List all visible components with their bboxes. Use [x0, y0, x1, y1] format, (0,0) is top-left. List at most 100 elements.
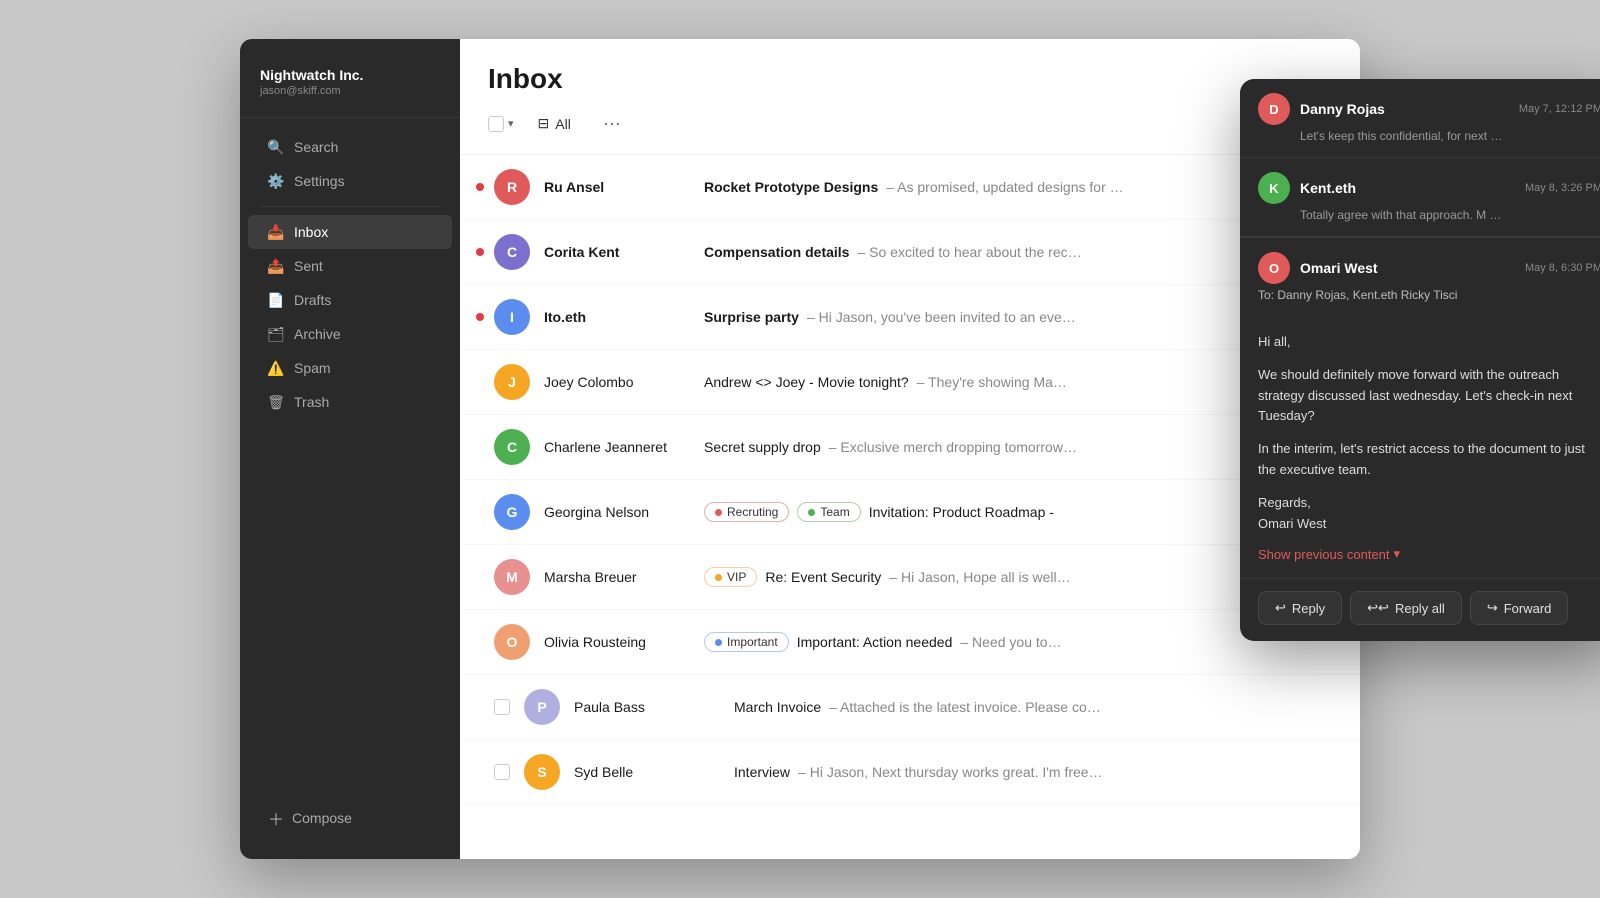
- forward-icon: ↪: [1487, 600, 1498, 616]
- forward-button[interactable]: ↪ Forward: [1470, 591, 1569, 625]
- email-row[interactable]: M Marsha Breuer VIP Re: Event Security –…: [460, 545, 1360, 610]
- sidebar-label-inbox: Inbox: [294, 224, 328, 240]
- email-subject: Rocket Prototype Designs: [704, 179, 878, 195]
- panel-actions: ↩ Reply ↩↩ Reply all ↪ Forward: [1240, 578, 1600, 641]
- email-row[interactable]: I Ito.eth Surprise party – Hi Jason, you…: [460, 285, 1360, 350]
- archive-icon: 🗂: [268, 326, 284, 342]
- sidebar-item-inbox[interactable]: 📥 Inbox: [248, 215, 452, 249]
- compose-button[interactable]: ＋ Compose: [248, 797, 452, 839]
- sent-icon: 📤: [268, 258, 284, 274]
- inbox-toolbar: ▾ ⊟ All ···: [488, 109, 1332, 138]
- avatar: I: [494, 299, 530, 335]
- email-row[interactable]: R Ru Ansel Rocket Prototype Designs – As…: [460, 155, 1360, 220]
- active-thread-header: O Omari West May 8, 6:30 PM: [1258, 252, 1600, 284]
- email-subject: Andrew <> Joey - Movie tonight?: [704, 374, 909, 390]
- thread-header: K Kent.eth May 8, 3:26 PM: [1258, 172, 1600, 204]
- select-all-container: ▾: [488, 116, 514, 132]
- email-subject: Re: Event Security: [765, 569, 881, 585]
- sidebar-item-drafts[interactable]: 📄 Drafts: [248, 283, 452, 317]
- sender-name: Charlene Jeanneret: [544, 439, 704, 455]
- select-all-checkbox[interactable]: [488, 116, 504, 132]
- email-preview: – Hi Jason, you've been invited to an ev…: [807, 309, 1076, 325]
- filter-label: All: [555, 116, 571, 132]
- message-paragraph-1: We should definitely move forward with t…: [1258, 365, 1600, 427]
- thread-item-1[interactable]: D Danny Rojas May 7, 12:12 PM Let's keep…: [1240, 79, 1600, 158]
- to-recipients: Danny Rojas, Kent.eth Ricky Tisci: [1277, 288, 1457, 302]
- sidebar: Nightwatch Inc. jason@skiff.com 🔍 Search…: [240, 39, 460, 859]
- more-options-button[interactable]: ···: [595, 109, 629, 138]
- to-label: To:: [1258, 288, 1274, 302]
- filter-button[interactable]: ⊟ All: [526, 110, 583, 137]
- sidebar-item-trash[interactable]: 🗑 Trash: [248, 385, 452, 419]
- sidebar-label-settings: Settings: [294, 173, 345, 189]
- show-previous-button[interactable]: Show previous content ▾: [1258, 546, 1600, 562]
- email-subject: Interview: [734, 764, 790, 780]
- avatar: G: [494, 494, 530, 530]
- email-list: R Ru Ansel Rocket Prototype Designs – As…: [460, 155, 1360, 859]
- drafts-icon: 📄: [268, 292, 284, 308]
- email-row[interactable]: S Syd Belle Interview – Hi Jason, Next t…: [460, 740, 1360, 805]
- email-row[interactable]: C Charlene Jeanneret Secret supply drop …: [460, 415, 1360, 480]
- thread-item-2[interactable]: K Kent.eth May 8, 3:26 PM Totally agree …: [1240, 158, 1600, 237]
- panel-preview-text: Totally agree with that approach. M …: [1258, 208, 1600, 222]
- panel-body: Hi all, We should definitely move forwar…: [1240, 316, 1600, 578]
- chevron-down-icon: ▾: [1394, 546, 1401, 562]
- reply-icon: ↩: [1275, 600, 1286, 616]
- email-row[interactable]: P Paula Bass March Invoice – Attached is…: [460, 675, 1360, 740]
- reply-all-icon: ↩↩: [1367, 600, 1389, 616]
- avatar: C: [494, 234, 530, 270]
- sidebar-item-search[interactable]: 🔍 Search: [248, 130, 452, 164]
- email-subject: Compensation details: [704, 244, 849, 260]
- sidebar-item-spam[interactable]: ⚠️ Spam: [248, 351, 452, 385]
- email-subject: Secret supply drop: [704, 439, 821, 455]
- reply-all-label: Reply all: [1395, 601, 1445, 616]
- sidebar-item-sent[interactable]: 📤 Sent: [248, 249, 452, 283]
- tag-vip: VIP: [704, 567, 757, 587]
- tag-label: Team: [820, 505, 849, 519]
- email-row[interactable]: G Georgina Nelson Recruting Team Invitat…: [460, 480, 1360, 545]
- active-date: May 8, 6:30 PM: [1525, 262, 1600, 274]
- email-preview: – Attached is the latest invoice. Please…: [829, 699, 1101, 715]
- select-chevron-icon[interactable]: ▾: [508, 117, 514, 130]
- avatar: M: [494, 559, 530, 595]
- active-sender: Omari West: [1300, 260, 1515, 276]
- sender-name: Olivia Rousteing: [544, 634, 704, 650]
- main-content: Inbox ▾ ⊟ All ··· R Ru Ansel Ro: [460, 39, 1360, 859]
- avatar: O: [494, 624, 530, 660]
- sidebar-item-settings[interactable]: ⚙️ Settings: [248, 164, 452, 198]
- thread-header: D Danny Rojas May 7, 12:12 PM: [1258, 93, 1600, 125]
- reply-label: Reply: [1292, 601, 1325, 616]
- sidebar-label-search: Search: [294, 139, 338, 155]
- tag-label: Important: [727, 635, 778, 649]
- trash-icon: 🗑: [268, 394, 284, 410]
- email-subject: Surprise party: [704, 309, 799, 325]
- filter-icon: ⊟: [538, 115, 550, 132]
- message-signature: Regards,Omari West: [1258, 493, 1600, 535]
- panel-avatar: K: [1258, 172, 1290, 204]
- email-checkbox[interactable]: [494, 764, 510, 780]
- forward-label: Forward: [1504, 601, 1552, 616]
- sender-name: Georgina Nelson: [544, 504, 704, 520]
- email-subject: Invitation: Product Roadmap -: [869, 504, 1054, 520]
- email-row[interactable]: J Joey Colombo Andrew <> Joey - Movie to…: [460, 350, 1360, 415]
- profile-name: Nightwatch Inc.: [260, 67, 440, 83]
- sidebar-item-archive[interactable]: 🗂 Archive: [248, 317, 452, 351]
- email-preview: – Need you to…: [960, 634, 1061, 650]
- avatar: J: [494, 364, 530, 400]
- tag-recruiting: Recruting: [704, 502, 789, 522]
- email-preview: – Hi Jason, Next thursday works great. I…: [798, 764, 1103, 780]
- search-icon: 🔍: [268, 139, 284, 155]
- avatar: C: [494, 429, 530, 465]
- email-subject: March Invoice: [734, 699, 821, 715]
- email-row[interactable]: O Olivia Rousteing Important Important: …: [460, 610, 1360, 675]
- avatar: R: [494, 169, 530, 205]
- email-panel: D Danny Rojas May 7, 12:12 PM Let's keep…: [1240, 79, 1600, 641]
- inbox-icon: 📥: [268, 224, 284, 240]
- panel-preview-text: Let's keep this confidential, for next …: [1258, 129, 1600, 143]
- reply-button[interactable]: ↩ Reply: [1258, 591, 1342, 625]
- email-checkbox[interactable]: [494, 699, 510, 715]
- email-subject: Important: Action needed: [797, 634, 953, 650]
- sidebar-label-drafts: Drafts: [294, 292, 331, 308]
- reply-all-button[interactable]: ↩↩ Reply all: [1350, 591, 1462, 625]
- email-row[interactable]: C Corita Kent Compensation details – So …: [460, 220, 1360, 285]
